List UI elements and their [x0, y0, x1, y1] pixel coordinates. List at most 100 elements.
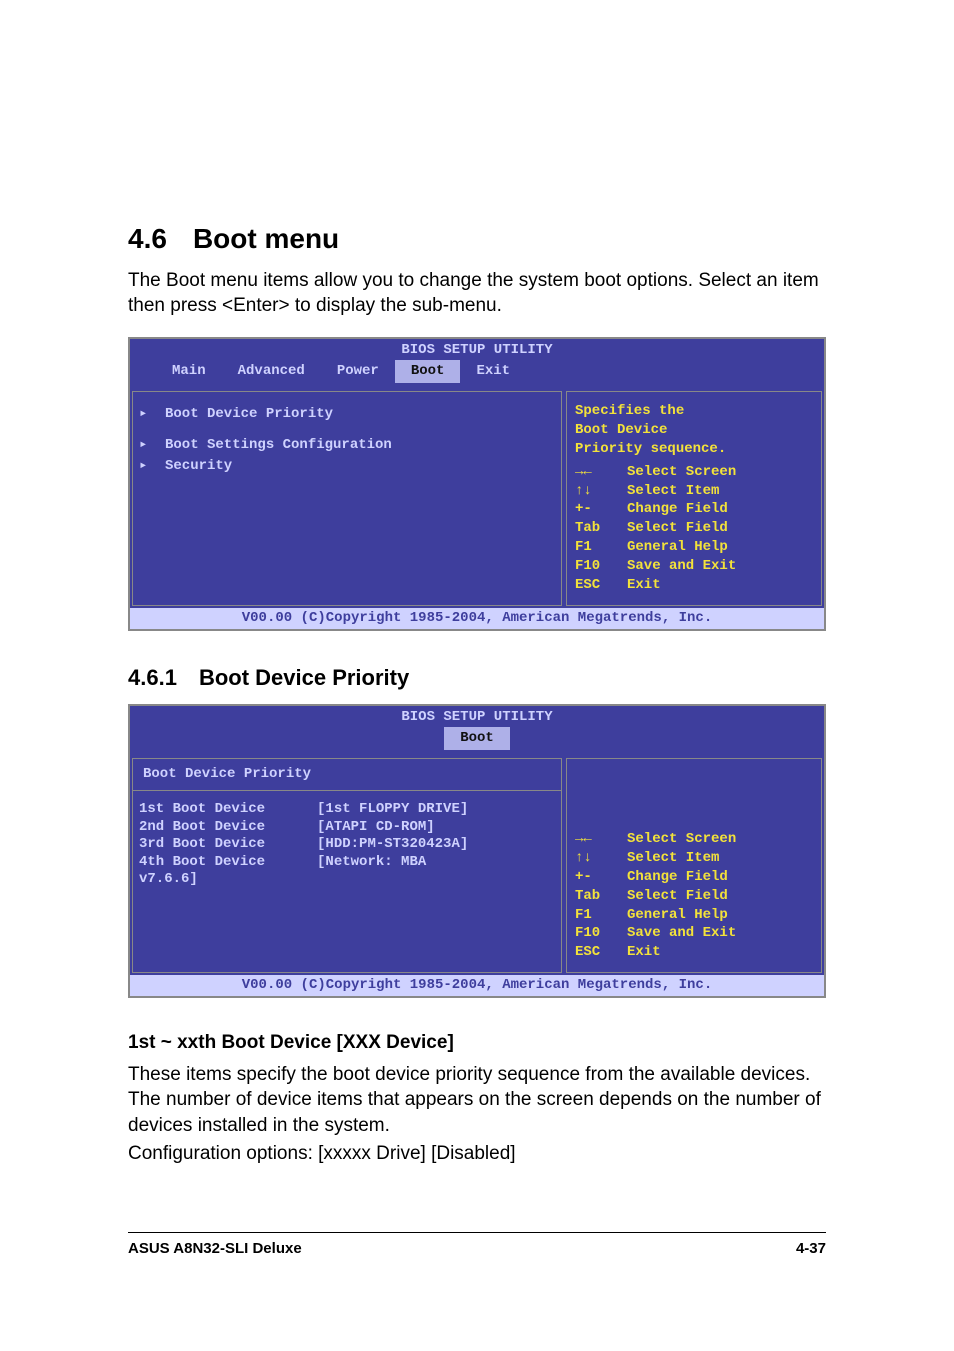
key-label: Select Item [627, 482, 719, 501]
key: →← [575, 463, 617, 482]
page-footer: ASUS A8N32-SLI Deluxe 4-37 [128, 1232, 826, 1259]
key: ESC [575, 576, 617, 595]
submenu-icon: ▸ [139, 436, 153, 455]
key: +- [575, 500, 617, 519]
key-label: Select Field [627, 887, 728, 906]
bios-header: BIOS SETUP UTILITY Boot [130, 706, 824, 755]
key-row: F10 Save and Exit [575, 924, 813, 943]
tab-advanced[interactable]: Advanced [222, 360, 321, 383]
subsection-heading: 4.6.1 Boot Device Priority [128, 663, 826, 693]
key-row: ESC Exit [575, 943, 813, 962]
item-heading: 1st ~ xxth Boot Device [XXX Device] [128, 1030, 826, 1056]
bios-screenshot-boot-menu: BIOS SETUP UTILITY Main Advanced Power B… [128, 337, 826, 631]
key-row: +- Change Field [575, 500, 813, 519]
bios-help-text: Specifies the Boot Device Priority seque… [575, 402, 813, 459]
key-label: Select Screen [627, 463, 736, 482]
menu-label: Boot Settings Configuration [165, 436, 392, 455]
bios-left-panel: ▸ Boot Device Priority ▸ Boot Settings C… [132, 391, 562, 606]
key-row: +- Change Field [575, 868, 813, 887]
key-label: Exit [627, 943, 661, 962]
tab-boot[interactable]: Boot [444, 727, 510, 750]
help-line: Boot Device [575, 421, 813, 440]
section-number: 4.6 [128, 223, 167, 254]
key: ESC [575, 943, 617, 962]
menu-boot-device-priority[interactable]: ▸ Boot Device Priority [139, 404, 551, 425]
key: Tab [575, 887, 617, 906]
bios-help-panel: Specifies the Boot Device Priority seque… [566, 391, 822, 606]
key: F1 [575, 538, 617, 557]
key-label: Exit [627, 576, 661, 595]
key-label: Select Screen [627, 830, 736, 849]
menu-boot-settings-config[interactable]: ▸ Boot Settings Configuration [139, 435, 551, 456]
panel-header: Boot Device Priority [133, 759, 561, 791]
submenu-icon: ▸ [139, 405, 153, 424]
list-item-value[interactable]: [1st FLOPPY DRIVE] [317, 801, 468, 819]
key-row: ESC Exit [575, 576, 813, 595]
section-intro: The Boot menu items allow you to change … [128, 268, 826, 319]
key: F1 [575, 906, 617, 925]
tab-exit[interactable]: Exit [460, 360, 526, 383]
key: ↑↓ [575, 482, 617, 501]
bios-body: ▸ Boot Device Priority ▸ Boot Settings C… [130, 388, 824, 608]
list-item-label[interactable]: 4th Boot Device [139, 854, 265, 872]
key-row: →←Select Screen [575, 830, 813, 849]
menu-label: Boot Device Priority [165, 405, 333, 424]
key-label: Select Field [627, 519, 728, 538]
key-label: Select Item [627, 849, 719, 868]
menu-security[interactable]: ▸ Security [139, 456, 551, 477]
bios-screenshot-boot-priority: BIOS SETUP UTILITY Boot Boot Device Prio… [128, 704, 826, 998]
list-item-label[interactable]: 3rd Boot Device [139, 836, 265, 854]
tab-power[interactable]: Power [321, 360, 395, 383]
key-label: Change Field [627, 500, 728, 519]
item-config-options: Configuration options: [xxxxx Drive] [Di… [128, 1141, 826, 1167]
bios-help-panel: →←Select Screen ↑↓ Select Item +- Change F… [566, 758, 822, 973]
help-line: Specifies the [575, 402, 813, 421]
tab-boot[interactable]: Boot [395, 360, 461, 383]
bios-title: BIOS SETUP UTILITY [134, 708, 820, 727]
tab-main[interactable]: Main [156, 360, 222, 383]
bios-copyright: V00.00 (C)Copyright 1985-2004, American … [130, 608, 824, 629]
key-label: Save and Exit [627, 924, 736, 943]
key: F10 [575, 557, 617, 576]
boot-device-values: [1st FLOPPY DRIVE] [ATAPI CD-ROM] [HDD:P… [317, 801, 468, 889]
key: Tab [575, 519, 617, 538]
boot-device-list: 1st Boot Device 2nd Boot Device 3rd Boot… [139, 801, 551, 889]
key: F10 [575, 924, 617, 943]
submenu-icon: ▸ [139, 457, 153, 476]
key-row: →← Select Screen [575, 463, 813, 482]
bios-left-panel: Boot Device Priority 1st Boot Device 2nd… [132, 758, 562, 973]
key-label: General Help [627, 906, 728, 925]
bios-body: Boot Device Priority 1st Boot Device 2nd… [130, 755, 824, 975]
list-item-label[interactable]: 2nd Boot Device [139, 819, 265, 837]
key-label: Save and Exit [627, 557, 736, 576]
footer-page-number: 4-37 [796, 1239, 826, 1259]
bios-key-legend: →← Select Screen ↑↓ Select Item +- Change F… [575, 463, 813, 595]
key-row: Tab Select Field [575, 887, 813, 906]
boot-device-labels: 1st Boot Device 2nd Boot Device 3rd Boot… [139, 801, 265, 889]
key-label: General Help [627, 538, 728, 557]
key-row: F1 General Help [575, 906, 813, 925]
menu-label: Security [165, 457, 232, 476]
help-line: Priority sequence. [575, 440, 813, 459]
subsection-title: Boot Device Priority [199, 665, 409, 690]
list-item-value[interactable]: [Network: MBA [317, 854, 468, 872]
key-row: ↑↓ Select Item [575, 849, 813, 868]
list-item-value[interactable]: [ATAPI CD-ROM] [317, 819, 468, 837]
bios-copyright: V00.00 (C)Copyright 1985-2004, American … [130, 975, 824, 996]
bios-tabs: Boot [134, 727, 820, 752]
bios-tabs: Main Advanced Power Boot Exit [134, 360, 820, 385]
key: +- [575, 868, 617, 887]
list-item-label[interactable]: 1st Boot Device [139, 801, 265, 819]
key: ↑↓ [575, 849, 617, 868]
bios-key-legend: →←Select Screen ↑↓ Select Item +- Change F… [575, 830, 813, 962]
section-heading: 4.6 Boot menu [128, 220, 826, 258]
list-item-label: v7.6.6] [139, 871, 265, 889]
key-row: F10 Save and Exit [575, 557, 813, 576]
subsection-number: 4.6.1 [128, 665, 177, 690]
key-row: Tab Select Field [575, 519, 813, 538]
section-title-text: Boot menu [193, 223, 339, 254]
list-item-value[interactable]: [HDD:PM-ST320423A] [317, 836, 468, 854]
key-label: Change Field [627, 868, 728, 887]
bios-title: BIOS SETUP UTILITY [134, 341, 820, 360]
item-description: These items specify the boot device prio… [128, 1062, 826, 1139]
